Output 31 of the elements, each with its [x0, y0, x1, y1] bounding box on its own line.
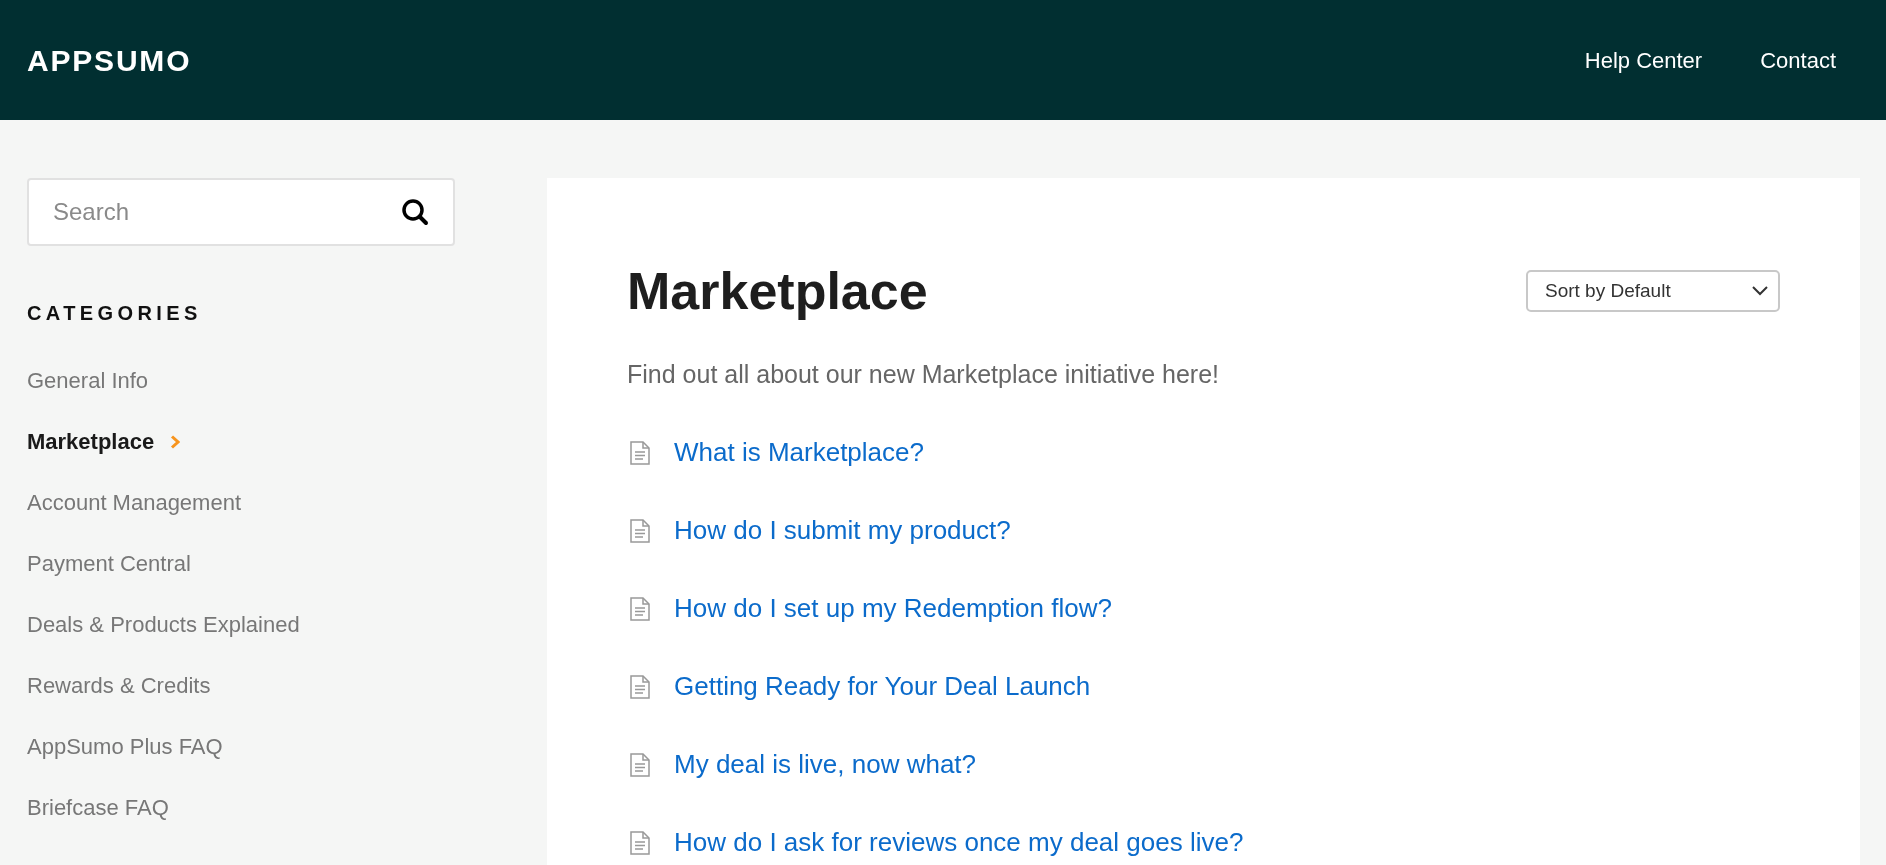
nav-link[interactable]: Contact	[1760, 43, 1836, 77]
category-link[interactable]: Rewards & Credits	[27, 669, 211, 702]
document-icon	[630, 596, 650, 621]
category-link[interactable]: Account Management	[27, 486, 242, 519]
article-link[interactable]: What is Marketplace?	[674, 433, 924, 472]
category-link[interactable]: Deals & Products Explained	[27, 608, 300, 641]
article-link[interactable]: Getting Ready for Your Deal Launch	[674, 667, 1091, 706]
document-icon	[630, 518, 650, 543]
categories-heading: CATEGORIES	[27, 301, 203, 326]
document-icon	[630, 674, 650, 699]
search-icon[interactable]	[401, 198, 429, 226]
document-icon	[630, 830, 650, 855]
article-link[interactable]: How do I submit my product?	[674, 511, 1011, 550]
category-link[interactable]: Marketplace	[27, 425, 155, 458]
sort-dropdown[interactable]: Sort by Default	[1526, 270, 1780, 312]
category-link[interactable]: AppSumo Plus FAQ	[27, 730, 223, 763]
document-icon	[630, 752, 650, 777]
search-field[interactable]: Search	[27, 178, 455, 246]
category-link[interactable]: Briefcase FAQ	[27, 791, 169, 824]
page-title: Marketplace	[627, 261, 928, 322]
category-link[interactable]: General Info	[27, 364, 149, 397]
category-link[interactable]: Payment Central	[27, 547, 191, 580]
chevron-down-icon	[1752, 286, 1768, 296]
article-link[interactable]: How do I ask for reviews once my deal goes live?	[674, 823, 1244, 862]
article-link[interactable]: How do I set up my Redemption flow?	[674, 589, 1112, 628]
logo[interactable]: APPSUMO	[27, 37, 192, 83]
category-description: Find out all about our new Marketplace initiative here!	[627, 359, 1220, 390]
chevron-right-icon	[170, 434, 181, 449]
nav-link[interactable]: Help Center	[1584, 43, 1703, 77]
article-link[interactable]: My deal is live, now what?	[674, 745, 977, 784]
document-icon	[630, 440, 650, 465]
